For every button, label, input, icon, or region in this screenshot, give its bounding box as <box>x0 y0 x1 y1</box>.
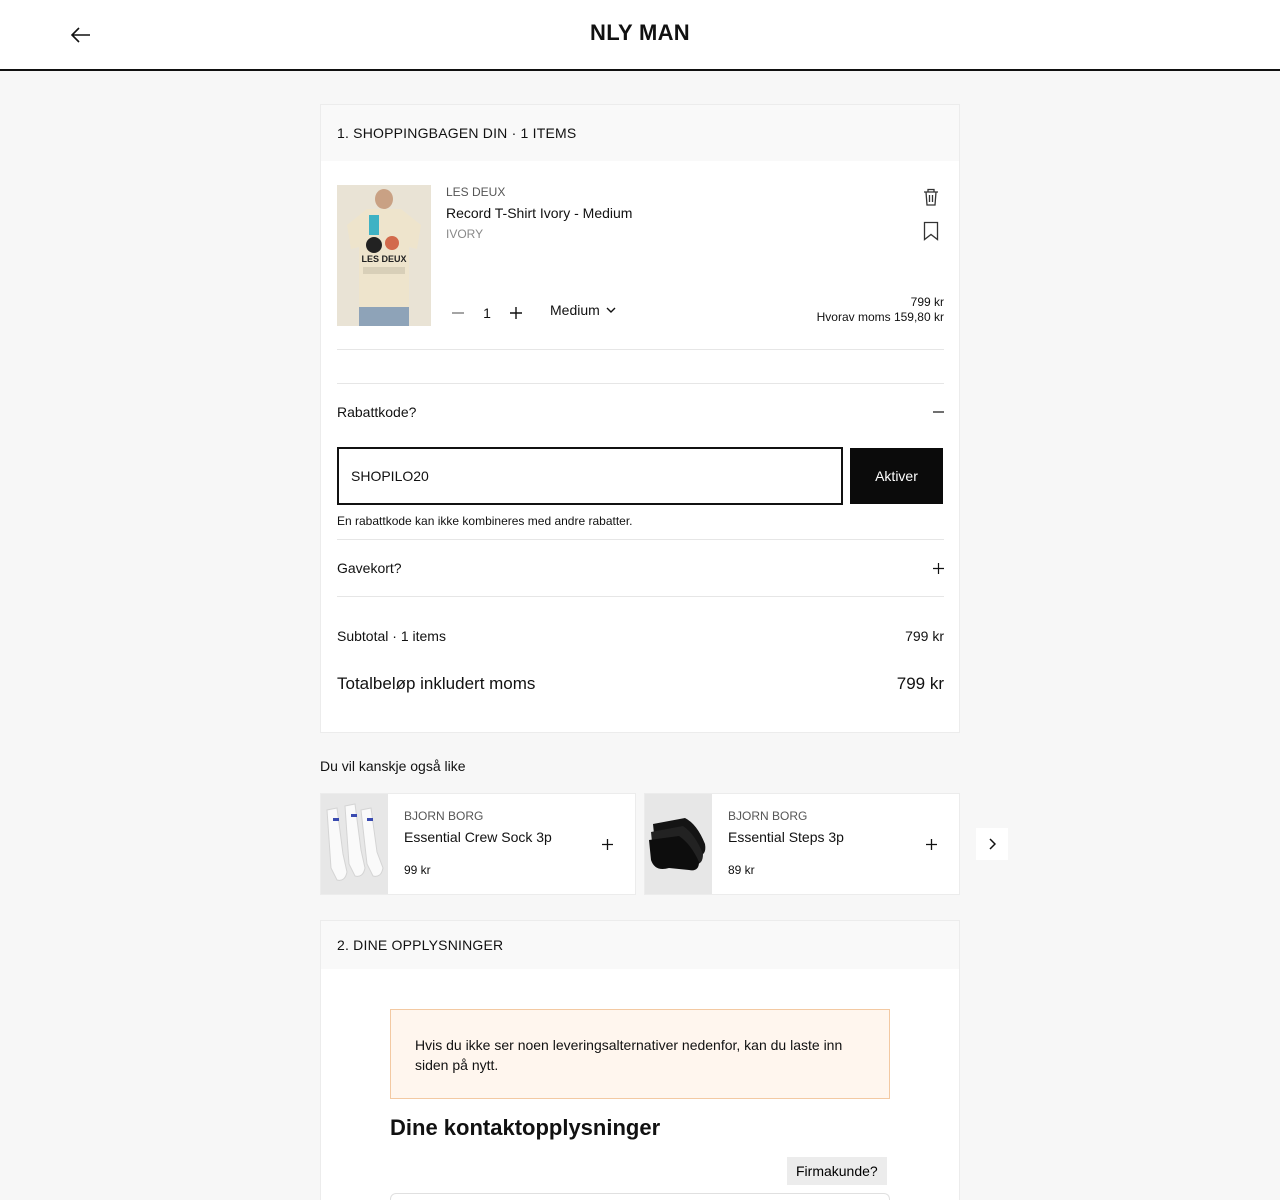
shopping-bag-section: 1. SHOPPINGBAGEN DIN · 1 ITEMS LES DEUX … <box>320 104 960 733</box>
discount-code-label: Rabattkode? <box>337 404 417 420</box>
product-name[interactable]: Record T-Shirt Ivory - Medium <box>446 205 632 221</box>
size-value: Medium <box>550 302 600 318</box>
details-section: 2. DINE OPPLYSNINGER Hvis du ikke ser no… <box>320 920 960 1200</box>
product-brand[interactable]: LES DEUX <box>446 185 505 199</box>
plus-icon <box>925 838 937 850</box>
chevron-right-icon <box>988 838 996 850</box>
recommendation-brand: BJORN BORG <box>404 809 484 823</box>
cart-item: LES DEUX LES DEUX Record T-Shirt Ivory -… <box>337 185 944 350</box>
discount-code-note: En rabattkode kan ikke kombineres med an… <box>337 514 633 528</box>
discount-code-input[interactable] <box>337 447 843 505</box>
recommendation-price: 89 kr <box>728 863 755 877</box>
product-image[interactable]: LES DEUX <box>337 185 431 326</box>
increase-quantity-button[interactable] <box>504 301 528 325</box>
subtotal-value: 799 kr <box>905 628 944 644</box>
total-row: Totalbeløp inkludert moms 799 kr <box>337 674 944 694</box>
plus-icon <box>933 562 944 574</box>
plus-icon <box>601 838 613 850</box>
recommendation-card[interactable]: BJORN BORG Essential Steps 3p 89 kr <box>644 793 960 895</box>
recommendation-brand: BJORN BORG <box>728 809 808 823</box>
total-value: 799 kr <box>896 674 944 693</box>
decrease-quantity-button[interactable] <box>446 301 470 325</box>
shopping-bag-title: 1. SHOPPINGBAGEN DIN · 1 ITEMS <box>321 105 959 161</box>
add-to-bag-button[interactable] <box>595 832 619 856</box>
giftcard-label: Gavekort? <box>337 560 402 576</box>
plus-icon <box>510 307 522 319</box>
giftcard-toggle[interactable]: Gavekort? <box>337 540 944 596</box>
save-for-later-button[interactable] <box>919 219 943 243</box>
minus-icon <box>452 312 464 314</box>
quantity-stepper: 1 <box>446 301 528 325</box>
item-price: 799 kr <box>910 295 944 309</box>
subtotal-row: Subtotal · 1 items 799 kr <box>337 628 944 644</box>
product-image[interactable] <box>321 794 388 894</box>
item-vat: Hvorav moms 159,80 kr <box>816 310 944 324</box>
top-header: NLY MAN <box>0 0 1280 71</box>
minus-icon <box>933 411 944 413</box>
tshirt-illustration: LES DEUX <box>337 185 431 326</box>
email-field[interactable] <box>390 1193 890 1200</box>
recommendation-name[interactable]: Essential Steps 3p <box>728 829 844 845</box>
recommendation-price: 99 kr <box>404 863 431 877</box>
business-customer-button[interactable]: Firmakunde? <box>787 1157 887 1185</box>
subtotal-label: Subtotal · 1 items <box>337 628 446 644</box>
tshirt-graphic-text: LES DEUX <box>361 254 406 264</box>
delete-item-button[interactable] <box>919 185 943 209</box>
activate-discount-button[interactable]: Aktiver <box>850 448 943 504</box>
delivery-notice: Hvis du ikke ser noen leveringsalternati… <box>390 1009 890 1099</box>
recommendation-card[interactable]: BJORN BORG Essential Crew Sock 3p 99 kr <box>320 793 636 895</box>
price-block: 799 kr Hvorav moms 159,80 kr <box>817 295 944 325</box>
bookmark-icon <box>923 221 939 241</box>
recommendations-title: Du vil kanskje også like <box>320 758 466 774</box>
product-image[interactable] <box>645 794 712 894</box>
carousel-next-button[interactable] <box>976 828 1008 860</box>
recommendation-name[interactable]: Essential Crew Sock 3p <box>404 829 552 845</box>
product-color: IVORY <box>446 227 484 241</box>
brand-logo[interactable]: NLY MAN <box>0 20 1280 46</box>
trash-icon <box>924 188 938 206</box>
divider <box>337 596 944 597</box>
total-label: Totalbeløp inkludert moms <box>337 674 536 693</box>
add-to-bag-button[interactable] <box>919 832 943 856</box>
socks-illustration <box>321 794 388 894</box>
discount-code-toggle[interactable]: Rabattkode? <box>337 384 944 440</box>
details-title: 2. DINE OPPLYSNINGER <box>321 921 959 969</box>
contact-title: Dine kontaktopplysninger <box>390 1115 661 1140</box>
size-select[interactable]: Medium <box>550 302 616 318</box>
quantity-value: 1 <box>483 305 491 321</box>
socks-illustration <box>645 794 712 894</box>
chevron-down-icon <box>606 307 616 313</box>
